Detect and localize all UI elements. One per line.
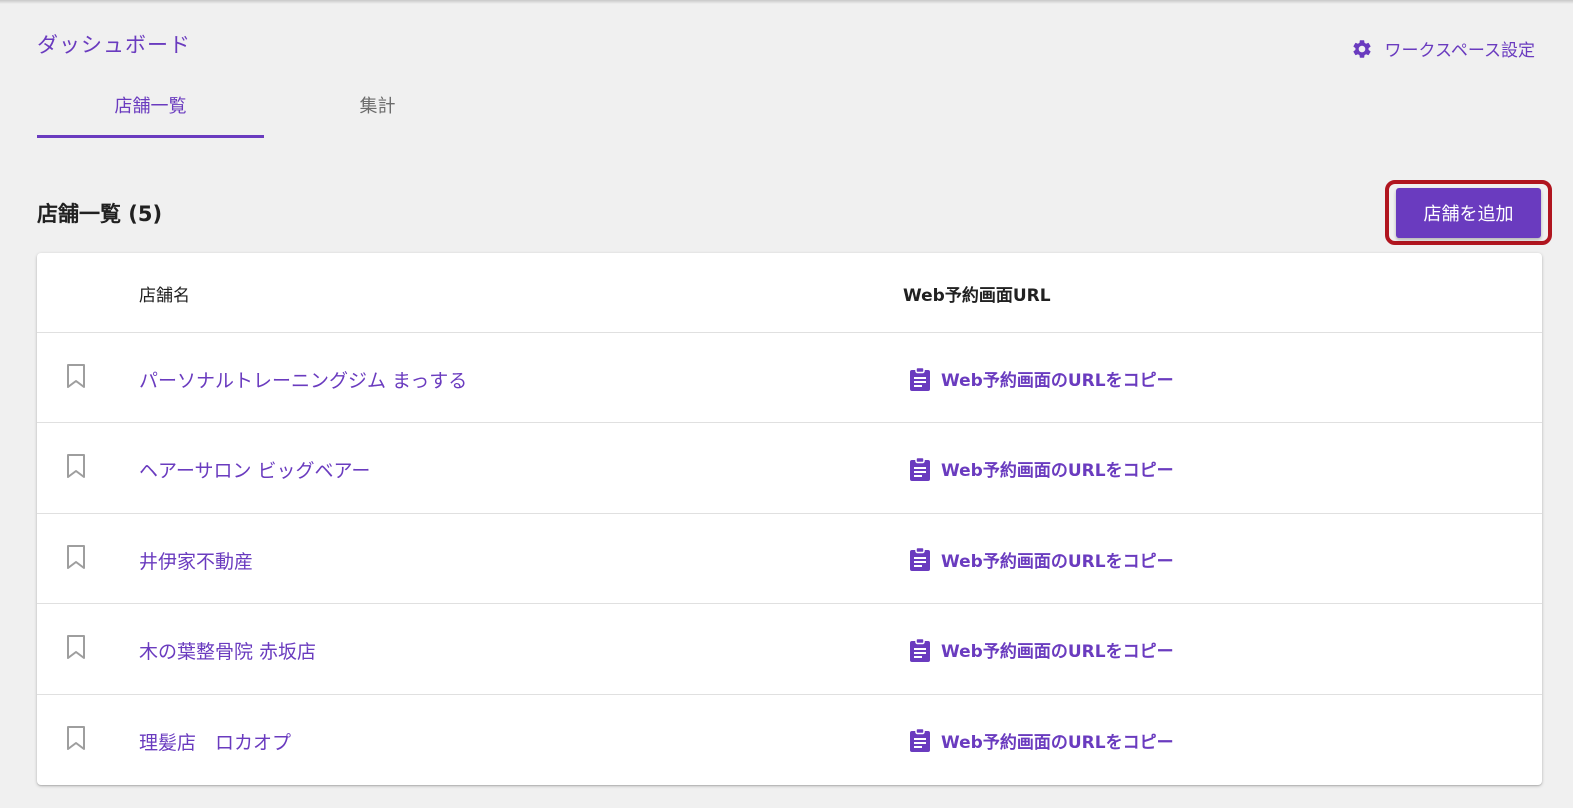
column-header-web-url: Web予約画面URL — [903, 286, 1051, 306]
table-row: 木の葉整骨院 赤坂店 Web予約画面のURLをコピー — [37, 604, 1542, 695]
breadcrumb[interactable]: ダッシュボード — [37, 29, 191, 59]
table-header: 店舗名 Web予約画面URL — [37, 253, 1542, 333]
copy-url-label: Web予約画面のURLをコピー — [941, 642, 1174, 663]
table-row: 理髪店 ロカオプ Web予約画面のURLをコピー — [37, 695, 1542, 785]
copy-url-button[interactable]: Web予約画面のURLをコピー — [909, 547, 1174, 572]
add-store-button[interactable]: 店舗を追加 — [1396, 187, 1541, 238]
copy-url-label: Web予約画面のURLをコピー — [941, 732, 1174, 753]
copy-url-label: Web予約画面のURLをコピー — [941, 371, 1174, 391]
copy-url-button[interactable]: Web予約画面のURLをコピー — [909, 637, 1174, 662]
workspace-settings-link[interactable]: ワークスペース設定 — [1351, 36, 1535, 61]
workspace-settings-label: ワークスペース設定 — [1384, 41, 1535, 61]
store-name-link[interactable]: 井伊家不動産 — [139, 547, 253, 574]
copy-url-button[interactable]: Web予約画面のURLをコピー — [909, 456, 1174, 481]
clipboard-icon — [910, 366, 930, 391]
table-row: ヘアーサロン ビッグベアー Web予約画面のURLをコピー — [37, 423, 1542, 514]
table-row: 井伊家不動産 Web予約画面のURLをコピー — [37, 514, 1542, 605]
add-button-highlight: 店舗を追加 — [1385, 180, 1552, 245]
copy-url-label: Web予約画面のURLをコピー — [941, 551, 1174, 572]
store-name-link[interactable]: 理髪店 ロカオプ — [139, 728, 291, 755]
clipboard-icon — [910, 456, 930, 481]
store-name-link[interactable]: パーソナルトレーニングジム まっする — [139, 366, 467, 393]
table-row: パーソナルトレーニングジム まっする Web予約画面のURLをコピー — [37, 333, 1542, 424]
section-title: 店舗一覧 (5) — [37, 202, 163, 226]
clipboard-icon — [910, 728, 930, 753]
bookmark-outline-icon[interactable] — [65, 634, 87, 660]
copy-url-button[interactable]: Web予約画面のURLをコピー — [909, 366, 1174, 391]
tab-store-list[interactable]: 店舗一覧 — [37, 72, 264, 138]
store-name-link[interactable]: 木の葉整骨院 赤坂店 — [139, 637, 316, 664]
bookmark-outline-icon[interactable] — [65, 725, 87, 751]
copy-url-button[interactable]: Web予約画面のURLをコピー — [909, 728, 1174, 753]
store-table: 店舗名 Web予約画面URL パーソナルトレーニングジム まっする Web予約画… — [37, 253, 1542, 785]
clipboard-icon — [910, 637, 930, 662]
gear-icon — [1352, 39, 1371, 58]
column-header-store-name: 店舗名 — [139, 286, 190, 306]
tab-summary[interactable]: 集計 — [264, 72, 491, 138]
store-name-link[interactable]: ヘアーサロン ビッグベアー — [139, 456, 370, 483]
top-shadow — [0, 0, 1573, 4]
tab-bar: 店舗一覧 集計 — [37, 72, 491, 138]
copy-url-label: Web予約画面のURLをコピー — [941, 461, 1174, 482]
bookmark-outline-icon[interactable] — [65, 453, 87, 479]
bookmark-outline-icon[interactable] — [65, 363, 87, 389]
clipboard-icon — [910, 547, 930, 572]
bookmark-outline-icon[interactable] — [65, 544, 87, 570]
